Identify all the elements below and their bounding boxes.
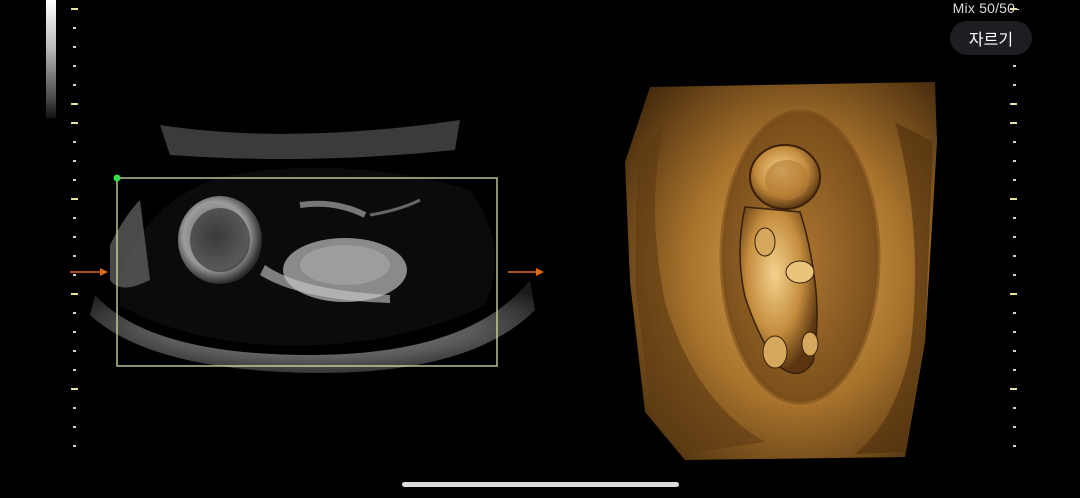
scale-tick: [71, 388, 78, 390]
scale-tick: [1013, 331, 1016, 333]
scale-tick: [1010, 388, 1017, 390]
scale-tick: [1013, 350, 1016, 352]
scale-tick: [1013, 160, 1016, 162]
scale-tick: [1013, 426, 1016, 428]
scale-tick: [73, 255, 76, 257]
scale-tick: [1013, 407, 1016, 409]
scale-tick: [1013, 274, 1016, 276]
scale-tick: [73, 312, 76, 314]
scale-tick: [71, 122, 78, 124]
scale-tick: [1013, 445, 1016, 447]
scale-tick: [73, 407, 76, 409]
scale-tick: [1013, 255, 1016, 257]
scale-tick: [1010, 122, 1017, 124]
scale-tick: [1010, 293, 1017, 295]
scale-tick: [73, 350, 76, 352]
grayscale-bar: [46, 0, 56, 118]
scale-tick: [73, 445, 76, 447]
scale-tick: [1010, 198, 1017, 200]
scale-tick: [73, 426, 76, 428]
scale-tick: [73, 369, 76, 371]
scale-tick: [1013, 217, 1016, 219]
scale-tick: [1013, 236, 1016, 238]
scale-tick: [73, 236, 76, 238]
scale-tick: [71, 198, 78, 200]
mix-label: Mix 50/50-: [952, 0, 1020, 16]
arrow-right-icon: [70, 268, 108, 276]
scale-tick: [71, 293, 78, 295]
scale-tick: [1013, 65, 1016, 67]
scale-tick: [1013, 84, 1016, 86]
scale-tick: [1013, 369, 1016, 371]
scale-tick: [73, 141, 76, 143]
scale-tick: [1010, 103, 1017, 105]
scale-tick: [73, 27, 76, 29]
scale-tick: [73, 65, 76, 67]
scale-tick: [73, 217, 76, 219]
ultrasound-3d-render: [625, 82, 937, 460]
scale-tick: [73, 179, 76, 181]
scale-tick: [73, 331, 76, 333]
scale-tick: [71, 8, 78, 10]
crop-button[interactable]: 자르기: [950, 21, 1032, 55]
ultrasound-2d-scan: [90, 120, 535, 374]
roi-corner-marker: [113, 174, 121, 182]
scale-tick: [73, 84, 76, 86]
scale-tick: [1013, 312, 1016, 314]
scale-tick: [71, 103, 78, 105]
scale-tick: [1013, 179, 1016, 181]
home-indicator[interactable]: [402, 482, 679, 487]
scale-tick: [73, 160, 76, 162]
scale-tick: [73, 46, 76, 48]
scale-tick: [1013, 141, 1016, 143]
arrow-right-icon: [508, 268, 544, 276]
